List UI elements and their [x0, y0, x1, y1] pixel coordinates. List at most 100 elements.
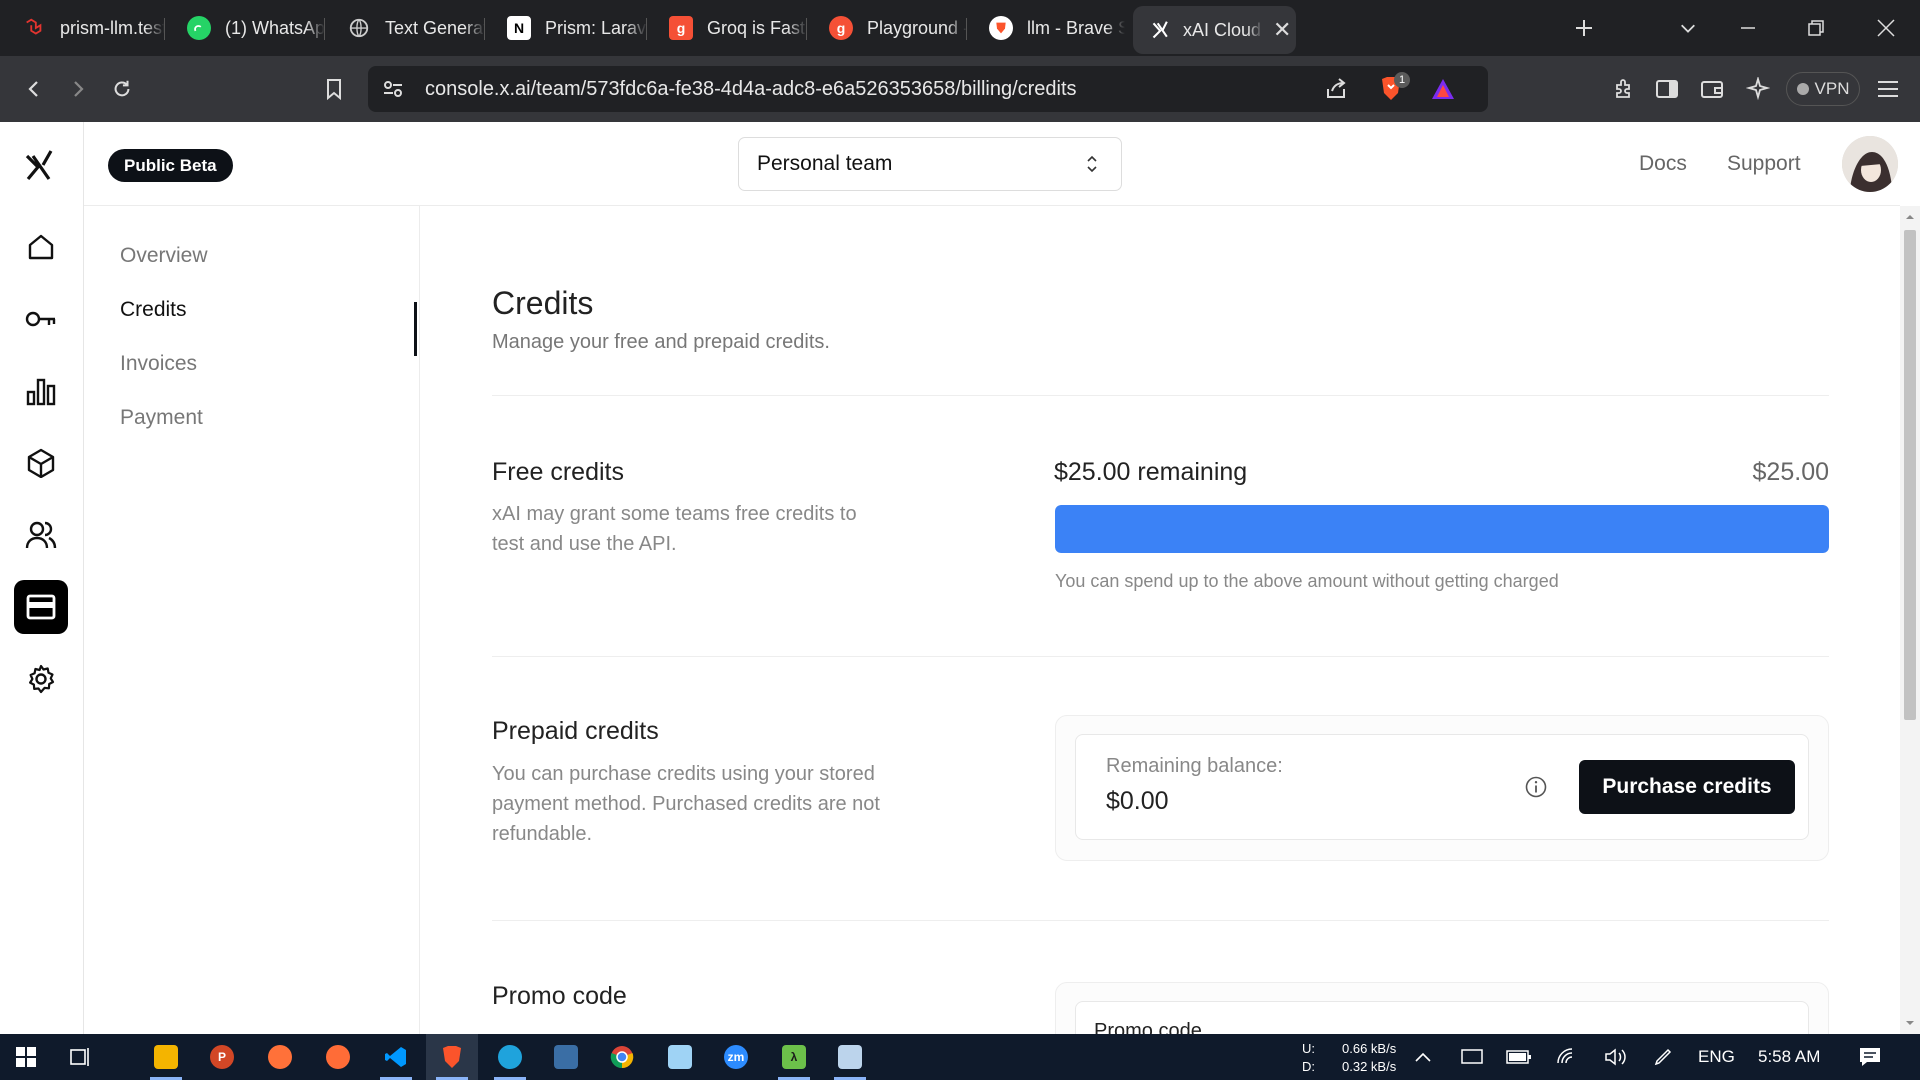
browser-tab-strip: prism-llm.test:8 (1) WhatsApp Text Gener… [0, 0, 1920, 56]
restore-icon[interactable] [1786, 0, 1846, 56]
subnav-item-overview[interactable]: Overview [120, 244, 208, 268]
back-icon[interactable] [14, 56, 54, 122]
avatar[interactable] [1842, 136, 1898, 192]
reload-icon[interactable] [102, 56, 142, 122]
icon-rail [0, 122, 84, 1034]
battery-icon[interactable] [1506, 1034, 1532, 1080]
wifi-icon[interactable] [1556, 1034, 1580, 1080]
gear-icon[interactable] [14, 652, 68, 706]
show-hidden-icons-chevron-icon[interactable] [1414, 1034, 1432, 1080]
tab-search-chevron-icon[interactable] [1658, 0, 1718, 56]
promo-code-panel: Promo code [1075, 1001, 1809, 1034]
page: Public Beta Personal team Docs Support O… [0, 122, 1920, 1034]
shields-count-badge: 1 [1394, 72, 1410, 88]
network-upload-speed: 0.66 kB/s [1342, 1041, 1397, 1056]
browser-tab[interactable]: (1) WhatsApp [165, 0, 325, 56]
subnav-item-invoices[interactable]: Invoices [120, 352, 197, 376]
balance-value: $0.00 [1106, 787, 1169, 815]
clock[interactable]: 5:58 AM [1758, 1034, 1820, 1080]
home-icon[interactable] [14, 220, 68, 274]
docs-link[interactable]: Docs [1639, 152, 1687, 176]
page-subtitle: Manage your free and prepaid credits. [492, 331, 830, 353]
scrollbar-thumb[interactable] [1904, 230, 1916, 720]
browser-tab-active[interactable]: xAI Cloud C ✕ [1133, 6, 1296, 54]
language-indicator[interactable]: ENG [1698, 1034, 1735, 1080]
cube-icon[interactable] [14, 436, 68, 490]
billing-icon[interactable] [14, 580, 68, 634]
extensions-icon[interactable] [1604, 56, 1644, 122]
browser-tab[interactable]: g Groq is Fast AI [647, 0, 807, 56]
subnav-item-payment[interactable]: Payment [120, 406, 203, 430]
support-link[interactable]: Support [1727, 152, 1801, 176]
vpn-button[interactable]: VPN [1786, 72, 1860, 106]
vpn-status-icon [1796, 83, 1809, 95]
wallet-icon[interactable] [1692, 56, 1732, 122]
whatsapp-icon [187, 16, 211, 40]
browser-tab[interactable]: Text Generation [325, 0, 485, 56]
leo-ai-icon[interactable] [1738, 56, 1778, 122]
new-tab-icon[interactable] [1554, 0, 1614, 56]
prepaid-credits-title: Prepaid credits [492, 717, 659, 745]
close-tab-icon[interactable]: ✕ [1273, 17, 1291, 43]
subnav-item-credits[interactable]: Credits [120, 298, 187, 322]
billing-subnav: Overview Credits Invoices Payment [84, 206, 420, 1034]
brave-taskbar-icon[interactable] [426, 1034, 478, 1080]
display-icon[interactable] [1460, 1034, 1484, 1080]
zoom-icon[interactable]: zm [710, 1034, 762, 1080]
chart-icon[interactable] [14, 364, 68, 418]
vscode-icon[interactable] [370, 1034, 422, 1080]
windows-start-icon[interactable] [0, 1034, 52, 1080]
remote-desktop-icon[interactable] [824, 1034, 876, 1080]
firefox-icon[interactable] [254, 1034, 306, 1080]
scrollbar[interactable] [1900, 206, 1920, 1034]
pen-icon[interactable] [1652, 1034, 1674, 1080]
promo-code-title: Promo code [492, 982, 627, 1010]
info-icon[interactable] [1524, 775, 1548, 799]
users-icon[interactable] [14, 508, 68, 562]
notifications-icon[interactable] [1858, 1034, 1882, 1080]
volume-icon[interactable] [1604, 1034, 1628, 1080]
browser-tab[interactable]: g Playground - G [807, 0, 967, 56]
taskbar: P zm λ U: 0.66 kB/s D: 0.32 kB/s ENG 5:5… [0, 1034, 1920, 1080]
notepad-icon[interactable] [654, 1034, 706, 1080]
url-text[interactable]: console.x.ai/team/573fdc6a-fe38-4d4a-adc… [425, 78, 1077, 101]
browser-tab[interactable]: N Prism: Laravel- [485, 0, 647, 56]
share-icon[interactable] [1324, 77, 1348, 101]
key-icon[interactable] [14, 292, 68, 346]
free-credits-total: $25.00 [1752, 458, 1829, 486]
purchase-credits-button[interactable]: Purchase credits [1579, 760, 1795, 814]
file-explorer-icon[interactable] [140, 1034, 192, 1080]
divider [492, 656, 1829, 657]
powerpoint-icon[interactable]: P [196, 1034, 248, 1080]
active-indicator [414, 302, 417, 356]
forward-icon[interactable] [58, 56, 98, 122]
address-bar[interactable]: console.x.ai/team/573fdc6a-fe38-4d4a-adc… [368, 66, 1488, 112]
sidebar-icon[interactable] [1647, 56, 1687, 122]
browser-tab[interactable]: prism-llm.test:8 [0, 0, 165, 56]
balance-label: Remaining balance: [1106, 755, 1283, 777]
bookmark-icon[interactable] [314, 56, 354, 122]
postman-icon[interactable] [312, 1034, 364, 1080]
close-window-icon[interactable] [1856, 0, 1916, 56]
team-select[interactable]: Personal team [738, 137, 1122, 191]
xai-logo-icon[interactable] [24, 149, 56, 181]
free-credits-description: xAI may grant some teams free credits to… [492, 503, 857, 555]
scroll-down-icon[interactable] [1900, 1016, 1920, 1030]
task-view-icon[interactable] [54, 1034, 106, 1080]
site-settings-icon[interactable] [382, 79, 404, 99]
scroll-up-icon[interactable] [1900, 210, 1920, 224]
network-app-icon[interactable] [540, 1034, 592, 1080]
free-credits-note: You can spend up to the above amount wit… [1055, 571, 1559, 591]
prepaid-balance-card: Remaining balance: $0.00 Purchase credit… [1055, 715, 1829, 861]
menu-icon[interactable] [1868, 56, 1908, 122]
free-credits-progress-bar [1055, 505, 1829, 553]
chrome-icon[interactable] [596, 1034, 648, 1080]
brave-rewards-icon[interactable] [1430, 77, 1456, 101]
browser-tab[interactable]: llm - Brave Sea [967, 0, 1125, 56]
notion-icon: N [507, 16, 531, 40]
team-select-value: Personal team [757, 152, 893, 175]
lambda-app-icon[interactable]: λ [768, 1034, 820, 1080]
edge-icon[interactable] [484, 1034, 536, 1080]
minimize-icon[interactable] [1718, 0, 1778, 56]
chevron-up-down-icon [1087, 155, 1097, 173]
